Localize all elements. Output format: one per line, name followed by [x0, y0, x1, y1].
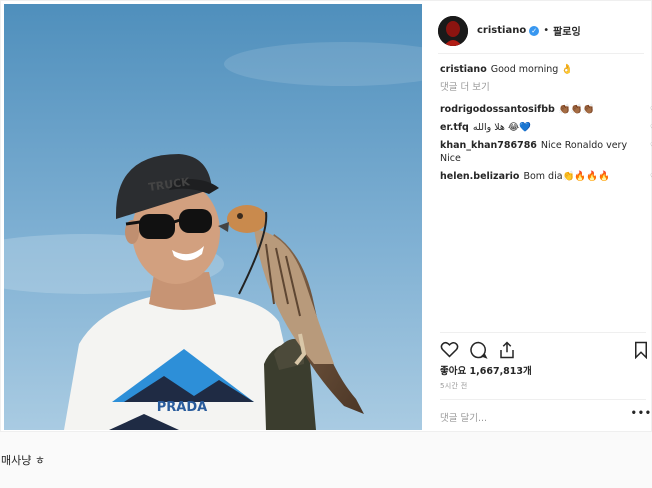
- like-count[interactable]: 좋아요 1,667,813개: [440, 363, 532, 377]
- comment-text: 👏🏾👏🏾👏🏾: [558, 104, 595, 115]
- instagram-post: PRADA TRUCK cristiano ✓ • 팔로잉 cristiano …: [0, 0, 652, 432]
- following-button[interactable]: 팔로잉: [553, 23, 581, 38]
- post-timestamp[interactable]: 5시간 전: [440, 381, 468, 391]
- more-options-button[interactable]: •••: [631, 408, 652, 419]
- add-comment-placeholder: 댓글 달기...: [440, 413, 488, 424]
- add-comment-input[interactable]: 댓글 달기... •••: [440, 399, 651, 424]
- post-username[interactable]: cristiano: [477, 25, 526, 36]
- heart-icon[interactable]: [440, 341, 459, 358]
- page-caption: 매사냥 ㅎ: [1, 454, 45, 467]
- action-bar: [440, 332, 648, 362]
- caption-username[interactable]: cristiano: [440, 64, 487, 75]
- post-photo: PRADA TRUCK: [4, 4, 422, 430]
- view-more-comments[interactable]: 댓글 더 보기: [440, 81, 645, 94]
- comment-item: rodrigodossantosifbb👏🏾👏🏾👏🏾 ♡: [440, 103, 652, 116]
- comment-item: helen.belizarioBom dia👏🔥🔥🔥 ♡: [440, 170, 652, 183]
- comment-icon[interactable]: [469, 341, 488, 359]
- shirt-brand-text: PRADA: [157, 400, 207, 415]
- caption-comment: cristiano Good morning 👌: [440, 63, 645, 76]
- comment-username[interactable]: er.tfq: [440, 122, 469, 133]
- comment-username[interactable]: helen.belizario: [440, 171, 519, 182]
- post-sidebar: cristiano ✓ • 팔로잉 cristiano Good morning …: [422, 1, 652, 433]
- verified-icon: ✓: [529, 25, 540, 36]
- comment-item: er.tfqهلا والله 😂💙 ♡: [440, 121, 652, 134]
- caption-text: Good morning 👌: [490, 64, 574, 75]
- comment-username[interactable]: rodrigodossantosifbb: [440, 104, 555, 115]
- avatar[interactable]: [438, 15, 468, 46]
- comment-text: هلا والله 😂💙: [472, 122, 531, 133]
- header-separator: •: [543, 25, 550, 36]
- share-icon[interactable]: [498, 341, 516, 359]
- bookmark-icon[interactable]: [634, 341, 648, 359]
- comment-username[interactable]: khan_khan786786: [440, 140, 537, 151]
- post-header: cristiano ✓ • 팔로잉: [438, 8, 644, 54]
- comment-list: cristiano Good morning 👌 댓글 더 보기 rodrigod…: [440, 63, 652, 188]
- comment-item: khan_khan786786Nice Ronaldo very Nice ♡: [440, 139, 652, 165]
- comment-text: Bom dia👏🔥🔥🔥: [523, 171, 610, 182]
